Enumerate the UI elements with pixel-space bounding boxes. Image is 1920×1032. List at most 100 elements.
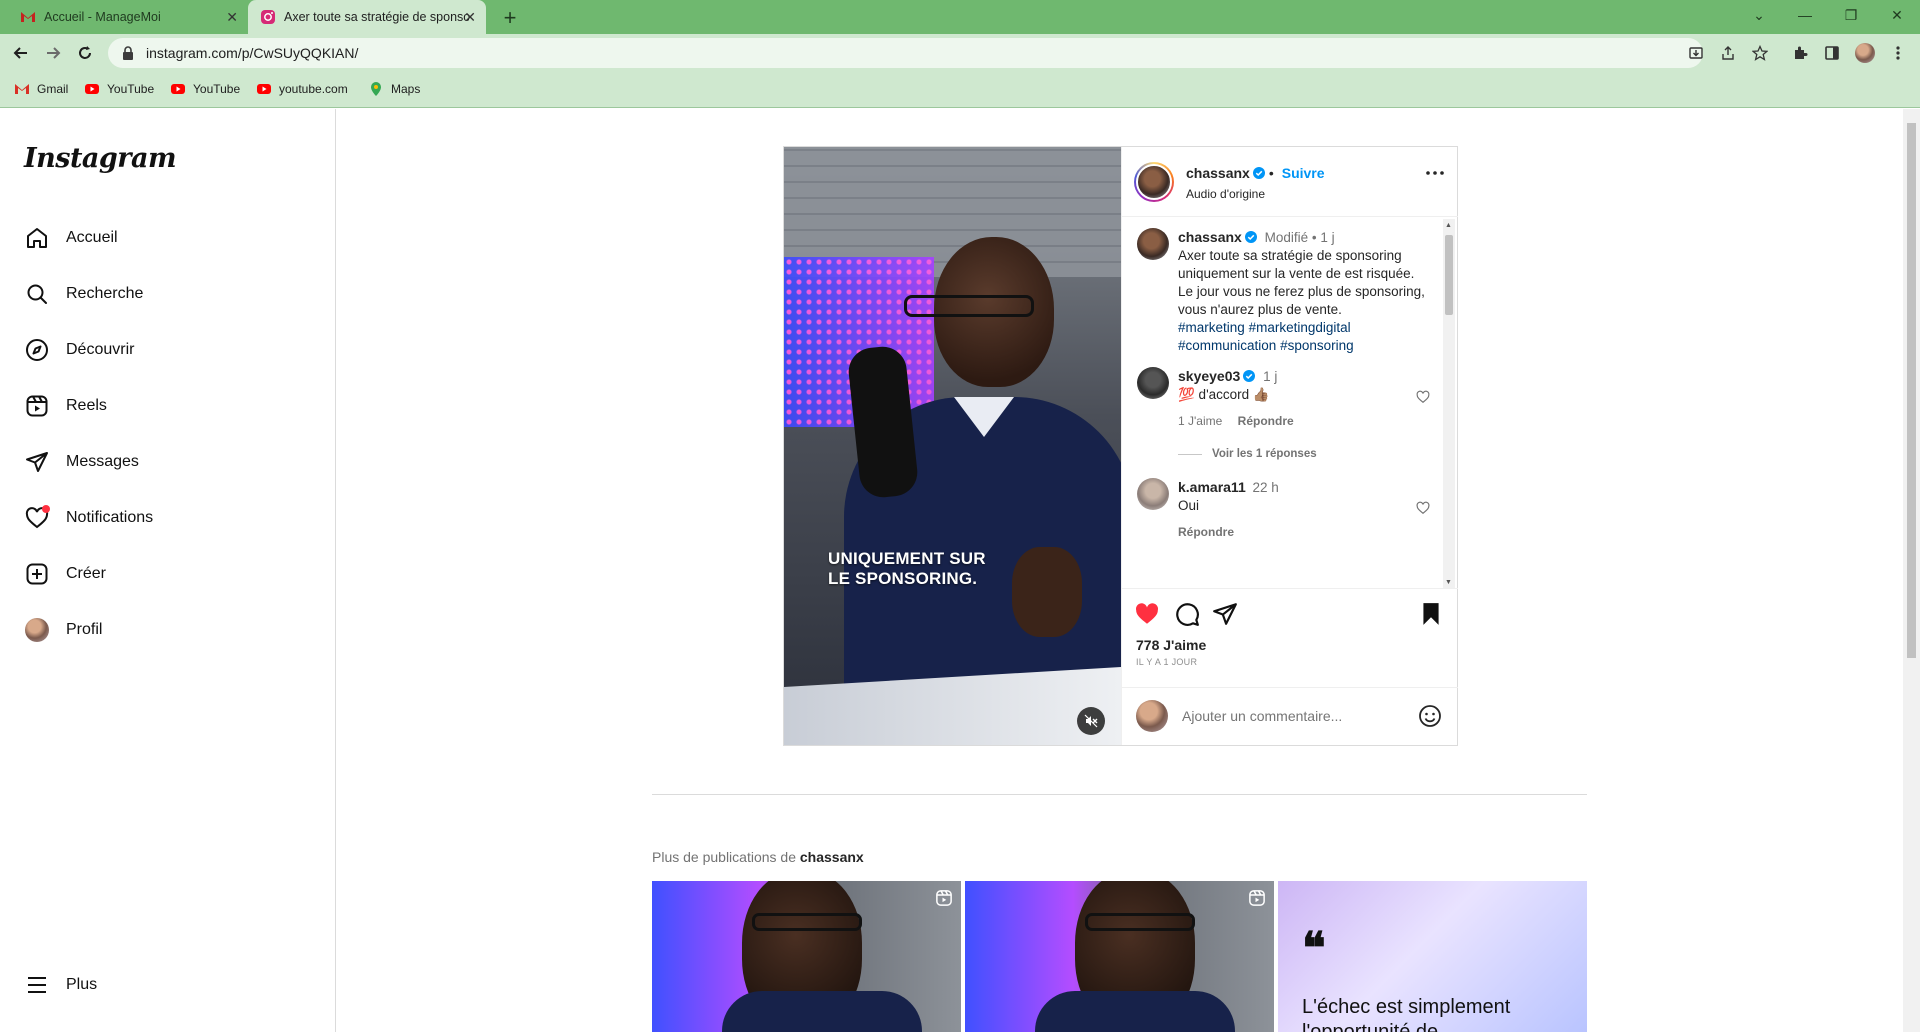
menu-icon [24, 972, 50, 998]
bookmark-youtube-2[interactable]: YouTube [170, 81, 240, 97]
saved-bookmark-icon[interactable] [1418, 601, 1444, 627]
more-post-thumbnail-quote[interactable]: ❝ L'échec est simplement l'opportunité d… [1278, 881, 1587, 1032]
tab-search-icon[interactable]: ⌄ [1736, 0, 1782, 30]
comment-text: 💯 d'accord 👍🏽 [1178, 387, 1270, 402]
address-bar[interactable]: instagram.com/p/CwSUyQQKIAN/ [108, 38, 1703, 68]
reels-icon [936, 890, 952, 906]
view-replies[interactable]: Voir les 1 réponses [1178, 448, 1317, 460]
extensions-icon[interactable] [1790, 43, 1810, 63]
liked-heart-icon[interactable] [1134, 601, 1160, 627]
maps-pin-icon [371, 82, 381, 96]
close-tab-icon[interactable]: ✕ [464, 9, 476, 26]
post-card: UNIQUEMENT SUR LE SPONSORING. chassanx •… [783, 146, 1458, 746]
tab-instagram-post[interactable]: Axer toute sa stratégie de sponsoring ✕ [248, 0, 486, 34]
instagram-logo[interactable]: Instagram [24, 143, 177, 174]
post-sidebar: chassanx • Suivre Audio d'origine chassa… [1121, 147, 1458, 745]
profile-avatar-icon[interactable] [1855, 43, 1875, 63]
reply-button[interactable]: Répondre [1178, 525, 1234, 539]
search-icon [24, 281, 50, 307]
comment-icon[interactable] [1174, 601, 1200, 627]
chrome-menu-icon[interactable] [1888, 43, 1908, 63]
quote-mark-icon: ❝ [1302, 923, 1326, 974]
quote-text: L'échec est simplement l'opportunité de [1302, 996, 1511, 1032]
bookmark-youtube[interactable]: YouTube [84, 81, 154, 97]
comment-time: 1 j [1263, 369, 1278, 384]
post-video[interactable]: UNIQUEMENT SUR LE SPONSORING. [784, 147, 1121, 745]
bookmark-youtube-com[interactable]: youtube.com [256, 81, 348, 97]
hashtag-link[interactable]: #marketingdigital [1249, 320, 1351, 335]
comment-meta: 1 J'aime Répondre [1178, 414, 1294, 428]
browser-tab-bar: Accueil - ManageMoi ✕ Axer toute sa stra… [0, 0, 1920, 34]
nav-item-plus[interactable]: Plus [12, 961, 312, 1009]
nav-item-profil[interactable]: Profil [12, 606, 312, 654]
like-count[interactable]: 778 J'aime [1136, 637, 1206, 653]
reels-icon [1249, 890, 1265, 906]
emoji-icon[interactable] [1418, 704, 1442, 728]
audio-label[interactable]: Audio d'origine [1186, 187, 1265, 201]
share-icon[interactable] [1718, 43, 1738, 63]
more-posts-username[interactable]: chassanx [800, 849, 864, 865]
comment-block: k.amara11 22 h Oui [1178, 478, 1408, 515]
close-window-button[interactable]: ✕ [1874, 0, 1920, 30]
reload-button[interactable] [72, 41, 98, 65]
install-app-icon[interactable] [1686, 43, 1706, 63]
follow-button[interactable]: Suivre [1282, 165, 1325, 181]
bookmark-gmail[interactable]: Gmail [14, 81, 68, 97]
page-scrollbar-thumb[interactable] [1907, 123, 1916, 658]
comment-time: 22 h [1252, 480, 1279, 495]
instagram-sidebar: Instagram Accueil Recherche Découvrir Re… [0, 109, 336, 1032]
close-tab-icon[interactable]: ✕ [226, 9, 238, 26]
section-divider [652, 794, 1587, 795]
comments-scrollbar[interactable]: ▲ ▼ [1443, 219, 1455, 589]
like-comment-heart-icon[interactable] [1416, 501, 1430, 515]
bookmark-star-icon[interactable] [1750, 43, 1770, 63]
video-person-glasses [904, 295, 1034, 317]
page-scrollbar[interactable] [1903, 109, 1920, 1032]
comment-input[interactable] [1182, 708, 1402, 724]
share-icon[interactable] [1212, 601, 1238, 627]
verified-badge-icon [1244, 231, 1257, 243]
comment-avatar[interactable] [1137, 478, 1169, 510]
like-comment-heart-icon[interactable] [1416, 390, 1430, 404]
nav-item-recherche[interactable]: Recherche [12, 270, 312, 318]
caption-time: 1 j [1320, 230, 1335, 245]
nav-item-creer[interactable]: Créer [12, 550, 312, 598]
post-timestamp: IL Y A 1 JOUR [1136, 657, 1198, 667]
more-post-thumbnail[interactable] [652, 881, 961, 1032]
compass-icon [24, 337, 50, 363]
bookmark-maps[interactable]: Maps [368, 81, 420, 97]
bookmarks-bar: Gmail YouTube YouTube youtube.com Maps [0, 72, 1920, 108]
side-panel-icon[interactable] [1822, 43, 1842, 63]
nav-item-decouvrir[interactable]: Découvrir [12, 326, 312, 374]
more-post-thumbnail[interactable] [965, 881, 1274, 1032]
forward-button[interactable] [40, 41, 66, 65]
comment-avatar[interactable] [1137, 367, 1169, 399]
reply-button[interactable]: Répondre [1238, 414, 1294, 428]
nav-item-accueil[interactable]: Accueil [12, 214, 312, 262]
hashtag-link[interactable]: #sponsoring [1280, 338, 1354, 353]
current-user-avatar [1136, 700, 1168, 732]
author-avatar[interactable] [1134, 162, 1174, 202]
nav-item-notifications[interactable]: Notifications [12, 494, 312, 542]
maximize-button[interactable]: ❐ [1828, 0, 1874, 30]
tab-title: Accueil - ManageMoi [44, 10, 161, 24]
instagram-favicon-icon [261, 10, 275, 24]
youtube-icon [257, 84, 271, 94]
comment-likes[interactable]: 1 J'aime [1178, 414, 1222, 428]
back-button[interactable] [8, 41, 34, 65]
author-username[interactable]: chassanx [1186, 165, 1250, 181]
caption-author-avatar[interactable] [1137, 228, 1169, 260]
comment-text: Oui [1178, 498, 1200, 513]
tab-managemoi[interactable]: Accueil - ManageMoi ✕ [10, 0, 248, 34]
comments-section: chassanx Modifié • 1 j Axer toute sa str… [1122, 218, 1458, 588]
main-content: UNIQUEMENT SUR LE SPONSORING. chassanx •… [337, 109, 1903, 1032]
nav-item-messages[interactable]: Messages [12, 438, 312, 486]
hashtag-link[interactable]: #marketing [1178, 320, 1245, 335]
new-tab-button[interactable]: + [498, 5, 522, 31]
nav-item-reels[interactable]: Reels [12, 382, 312, 430]
scrollbar-thumb[interactable] [1445, 235, 1453, 315]
hashtag-link[interactable]: #communication [1178, 338, 1276, 353]
mute-button[interactable] [1077, 707, 1105, 735]
more-options-icon[interactable] [1426, 171, 1444, 175]
minimize-button[interactable]: — [1782, 0, 1828, 30]
